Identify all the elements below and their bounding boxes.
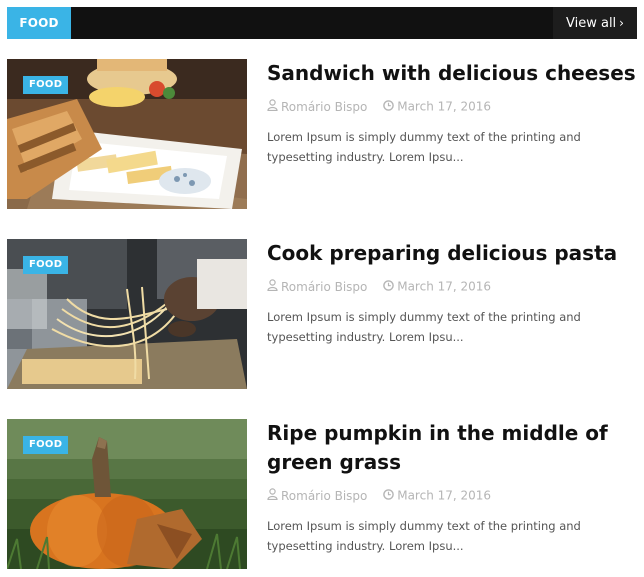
section-header: FOOD View all › xyxy=(7,7,637,39)
clock-icon xyxy=(383,488,395,504)
post-meta: Romário Bispo March 17, 2016 xyxy=(267,98,637,114)
post-author[interactable]: Romário Bispo xyxy=(281,100,367,114)
view-all-label: View all xyxy=(566,16,617,31)
post-category-badge[interactable]: FOOD xyxy=(23,256,69,274)
post-title[interactable]: Cook preparing delicious pasta xyxy=(267,239,637,268)
post-thumbnail-sandwich[interactable]: FOOD xyxy=(7,59,247,209)
post-excerpt: Lorem Ipsum is simply dummy text of the … xyxy=(267,519,581,553)
post-author[interactable]: Romário Bispo xyxy=(281,489,367,503)
post-thumbnail-pumpkin[interactable]: FOOD xyxy=(7,419,247,569)
post-date: March 17, 2016 xyxy=(397,488,492,503)
post-title[interactable]: Sandwich with delicious cheeses xyxy=(267,59,637,88)
post-content: Cook preparing delicious pasta Romário B… xyxy=(267,239,637,359)
post-title[interactable]: Ripe pumpkin in the middle of green gras… xyxy=(267,419,637,477)
post-category-badge[interactable]: FOOD xyxy=(23,76,69,94)
chevron-right-icon: › xyxy=(619,16,624,30)
post-author[interactable]: Romário Bispo xyxy=(281,280,367,294)
view-all-link[interactable]: View all › xyxy=(553,7,637,39)
post-thumbnail-pasta[interactable]: FOOD xyxy=(7,239,247,389)
post-meta: Romário Bispo March 17, 2016 xyxy=(267,278,637,294)
post-meta: Romário Bispo March 17, 2016 xyxy=(267,487,637,503)
post-card: FOOD Cook preparing delicious pasta Romá… xyxy=(7,239,637,389)
clock-icon xyxy=(383,279,395,295)
user-icon xyxy=(267,278,278,295)
post-category-badge[interactable]: FOOD xyxy=(23,436,69,454)
post-content: Sandwich with delicious cheeses Romário … xyxy=(267,59,637,179)
user-icon xyxy=(267,98,278,115)
post-date: March 17, 2016 xyxy=(397,99,492,114)
post-date: March 17, 2016 xyxy=(397,279,492,294)
post-excerpt: Lorem Ipsum is simply dummy text of the … xyxy=(267,310,581,344)
section-category-label[interactable]: FOOD xyxy=(7,7,71,39)
post-excerpt: Lorem Ipsum is simply dummy text of the … xyxy=(267,130,581,164)
post-content: Ripe pumpkin in the middle of green gras… xyxy=(267,419,637,568)
user-icon xyxy=(267,487,278,504)
post-card: FOOD Ripe pumpkin in the middle of green… xyxy=(7,419,637,569)
post-card: FOOD Sandwich with delicious cheeses Rom… xyxy=(7,59,637,209)
clock-icon xyxy=(383,99,395,115)
